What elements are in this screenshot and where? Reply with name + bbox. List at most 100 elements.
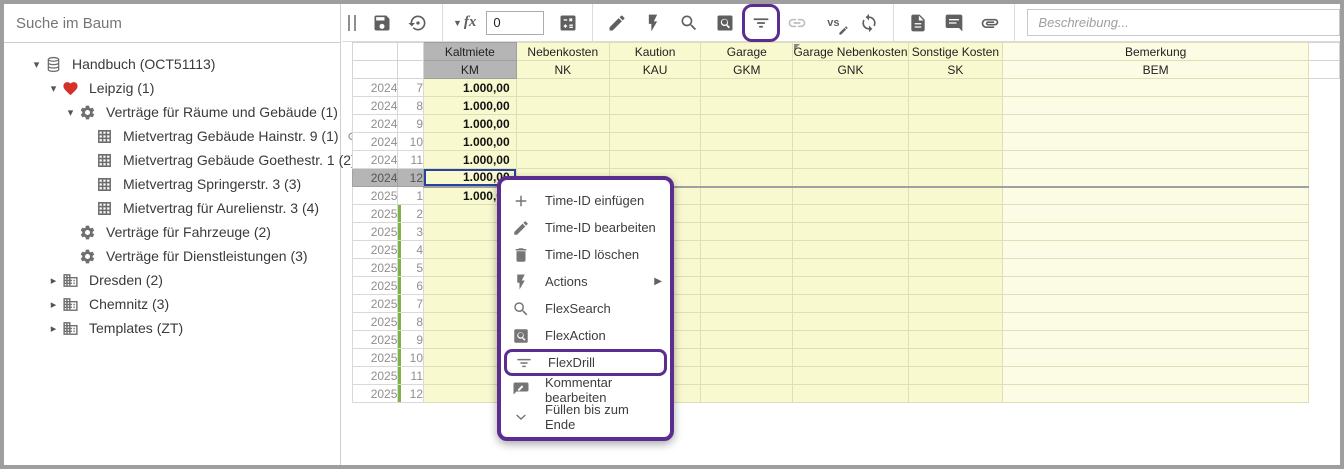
cell-gkm[interactable] [701,79,793,97]
chevron-collapsed-icon[interactable]: ▸ [45,298,62,311]
cell-bem[interactable] [1003,115,1309,133]
context-menu-item[interactable]: Time-ID bearbeiten [501,214,670,241]
cell-nk[interactable] [516,151,609,169]
column-header-code[interactable]: KM [424,61,517,79]
cell-gkm[interactable] [701,295,793,313]
cell-gnk[interactable] [793,331,908,349]
cell-km[interactable]: 1.000,00 [424,151,517,169]
cell-km[interactable]: 1.000,00 [424,79,517,97]
cell-nk[interactable] [516,79,609,97]
context-menu-item[interactable]: FlexAction [501,322,670,349]
tree-item[interactable]: Mietvertrag für Aurelienstr. 3 (4) [4,196,340,220]
row-header-month[interactable]: 11 [398,151,424,169]
context-menu-item[interactable]: FlexDrill [504,349,667,376]
row-header-month[interactable]: 8 [398,97,424,115]
cell-gkm[interactable] [701,169,793,187]
row-header-corner[interactable] [353,61,398,79]
cell-kau[interactable] [609,133,700,151]
formula-dropdown[interactable]: ▼ fx [453,14,476,31]
cell-gnk[interactable] [793,151,908,169]
cell-gnk[interactable] [793,187,908,205]
cell-gkm[interactable] [701,151,793,169]
cell-gnk[interactable] [793,205,908,223]
cell-sk[interactable] [908,187,1003,205]
cell-bem[interactable] [1003,313,1309,331]
row-header-month[interactable]: 11 [398,367,424,385]
cell-nk[interactable] [516,97,609,115]
row-header-year[interactable]: 2024 [353,97,398,115]
row-header-year[interactable]: 2025 [353,187,398,205]
flexsearch-button[interactable] [674,8,704,38]
cell-gkm[interactable] [701,133,793,151]
cell-kau[interactable] [609,97,700,115]
cell-gnk[interactable] [793,259,908,277]
row-header-year[interactable]: 2024 [353,151,398,169]
cell-gkm[interactable] [701,187,793,205]
cell-bem[interactable] [1003,151,1309,169]
formula-value-input[interactable] [486,11,544,35]
cell-km[interactable]: 1.000,00 [424,97,517,115]
cell-gkm[interactable] [701,385,793,403]
row-header-month[interactable]: 4 [398,241,424,259]
row-header-month[interactable]: 7 [398,295,424,313]
cell-gnk[interactable] [793,169,908,187]
row-header-year[interactable]: 2024 [353,133,398,151]
cell-kau[interactable] [609,151,700,169]
cell-gnk[interactable] [793,349,908,367]
row-header-month[interactable]: 7 [398,79,424,97]
cell-bem[interactable] [1003,187,1309,205]
cell-sk[interactable] [908,313,1003,331]
chevron-expanded-icon[interactable]: ▾ [62,106,79,119]
row-header-year[interactable]: 2025 [353,223,398,241]
row-header-year[interactable]: 2025 [353,277,398,295]
cell-gnk[interactable] [793,295,908,313]
row-header-corner[interactable] [398,43,424,61]
tree-item[interactable]: ▸Templates (ZT) [4,316,340,340]
row-header-year[interactable]: 2025 [353,241,398,259]
cell-gnk[interactable] [793,277,908,295]
comment-button[interactable] [939,8,969,38]
row-header-month[interactable]: 9 [398,115,424,133]
cell-gnk[interactable] [793,97,908,115]
cell-sk[interactable] [908,331,1003,349]
cell-gnk[interactable] [793,313,908,331]
row-header-month[interactable]: 10 [398,349,424,367]
tree-item[interactable]: Mietvertrag Gebäude Hainstr. 9 (1) [4,124,340,148]
cell-gkm[interactable] [701,367,793,385]
context-menu-item[interactable]: Kommentar bearbeiten [501,376,670,403]
row-header-month[interactable]: 12 [398,169,424,187]
cell-sk[interactable] [908,295,1003,313]
cell-bem[interactable] [1003,241,1309,259]
row-header-year[interactable]: 2024 [353,169,398,187]
column-header-code[interactable]: KAU [609,61,700,79]
cell-bem[interactable] [1003,331,1309,349]
document-button[interactable] [903,8,933,38]
row-header-year[interactable]: 2025 [353,259,398,277]
column-header-title[interactable]: Kaution [609,43,700,61]
tree-search-input[interactable] [4,15,340,32]
cell-sk[interactable] [908,115,1003,133]
cell-sk[interactable] [908,349,1003,367]
row-header-year[interactable]: 2025 [353,385,398,403]
row-header-month[interactable]: 3 [398,223,424,241]
cell-nk[interactable] [516,133,609,151]
link-button[interactable] [782,8,812,38]
actions-button[interactable] [638,8,668,38]
chevron-expanded-icon[interactable]: ▾ [45,82,62,95]
cell-sk[interactable] [908,385,1003,403]
cell-gkm[interactable] [701,331,793,349]
cell-bem[interactable] [1003,97,1309,115]
row-header-corner[interactable] [353,43,398,61]
header-filler-cell[interactable] [1308,43,1339,61]
cell-gkm[interactable] [701,277,793,295]
row-header-month[interactable]: 10 [398,133,424,151]
cell-gkm[interactable] [701,259,793,277]
cell-bem[interactable] [1003,169,1309,187]
row-header-month[interactable]: 9 [398,331,424,349]
cell-gkm[interactable] [701,115,793,133]
row-header-month[interactable]: 6 [398,277,424,295]
cell-gnk[interactable] [793,133,908,151]
column-header-code[interactable]: GNK [793,61,908,79]
cell-km[interactable]: 1.000,00 [424,115,517,133]
vs-edit-button[interactable]: vs [818,8,848,38]
